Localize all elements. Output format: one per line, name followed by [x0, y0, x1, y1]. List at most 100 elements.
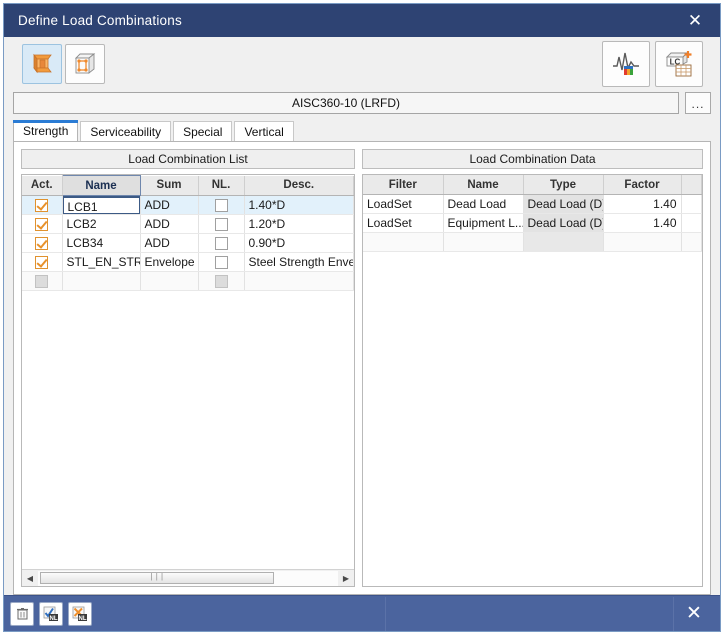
row-desc-cell[interactable]: 1.40*D	[244, 195, 354, 215]
row-sum-cell[interactable]: ADD	[140, 195, 199, 215]
name-editor-input[interactable]: LCB1	[62, 195, 139, 214]
row-filter-cell[interactable]	[363, 232, 444, 252]
row-sum-cell[interactable]: Envelope	[140, 252, 199, 272]
row-active-cell[interactable]	[22, 233, 63, 253]
seismic-response-icon	[613, 52, 639, 75]
tab-vertical[interactable]: Vertical	[234, 121, 294, 141]
row-active-cell[interactable]	[22, 252, 63, 272]
row-name-cell[interactable]: LCB34	[62, 233, 141, 253]
row-desc-cell[interactable]: 1.20*D	[244, 214, 354, 234]
row-factor-cell[interactable]: 1.40	[603, 213, 682, 233]
svg-text:NL: NL	[79, 616, 87, 622]
row-name-cell[interactable]: Dead Load	[443, 194, 524, 214]
disable-nonlinear-button[interactable]: NL	[68, 601, 92, 626]
table-row[interactable]: LCB1 ADD 1.40*D	[22, 195, 354, 215]
row-spacer-cell	[681, 213, 702, 233]
table-row[interactable]: LCB2 ADD 1.20*D	[22, 214, 354, 234]
row-sum-cell[interactable]	[140, 271, 199, 291]
row-active-cell[interactable]	[22, 214, 63, 234]
row-nl-cell[interactable]	[198, 233, 245, 253]
row-desc-cell[interactable]: Steel Strength Envelop	[244, 252, 354, 272]
row-desc-cell[interactable]	[244, 271, 354, 291]
column-header-desc[interactable]: Desc.	[244, 175, 354, 196]
row-active-cell[interactable]	[22, 195, 63, 215]
scroll-right-arrow-icon[interactable]: ▶	[338, 570, 354, 586]
design-code-field[interactable]: AISC360-10 (LRFD)	[13, 92, 679, 114]
tab-special[interactable]: Special	[173, 121, 233, 141]
row-name-cell[interactable]: LCB2	[62, 214, 141, 234]
table-row-new[interactable]	[363, 232, 702, 252]
table-row[interactable]: STL_EN_STR Envelope Steel Strength Envel…	[22, 252, 354, 272]
tab-serviceability[interactable]: Serviceability	[80, 121, 172, 141]
footer-close-button[interactable]: ✕	[673, 596, 714, 631]
load-combination-list-pane: Load Combination List Act. Name Sum NL. …	[21, 149, 355, 587]
column-header-name[interactable]: Name	[443, 175, 524, 195]
svg-text:NL: NL	[50, 616, 58, 622]
row-type-cell: Dead Load (D)	[523, 213, 604, 233]
left-pane-header: Load Combination List	[21, 149, 355, 169]
load-combination-data-pane: Load Combination Data Filter Name Type F…	[362, 149, 703, 587]
footer-bar: NL NL ✕	[4, 595, 720, 631]
trash-icon	[16, 608, 28, 620]
horizontal-scrollbar[interactable]: ◀ ||| ▶	[22, 569, 354, 586]
row-active-cell[interactable]	[22, 271, 63, 291]
close-icon[interactable]: ✕	[676, 4, 714, 37]
column-header-name[interactable]: Name	[61, 175, 141, 196]
table-row[interactable]: LoadSet Equipment L... Dead Load (D) 1.4…	[363, 213, 702, 233]
active-checkbox	[35, 275, 49, 289]
row-nl-cell[interactable]	[198, 252, 245, 272]
row-factor-cell[interactable]	[603, 232, 682, 252]
scrollbar-thumb[interactable]: |||	[40, 571, 274, 584]
row-desc-cell[interactable]: 0.90*D	[244, 233, 354, 253]
active-checkbox[interactable]	[35, 237, 49, 251]
scrollbar-track[interactable]: |||	[38, 570, 338, 586]
data-table: Filter Name Type Factor LoadSet Dead Loa…	[363, 175, 702, 252]
row-sum-cell[interactable]: ADD	[140, 233, 199, 253]
solid-volume-button[interactable]	[65, 44, 105, 84]
table-row[interactable]: LCB34 ADD 0.90*D	[22, 233, 354, 253]
row-nl-cell[interactable]	[198, 271, 245, 291]
column-header-sum[interactable]: Sum	[140, 175, 199, 196]
list-header-row: Act. Name Sum NL. Desc.	[22, 175, 354, 196]
design-code-browse-button[interactable]: ...	[685, 92, 711, 114]
design-code-row: AISC360-10 (LRFD) ...	[13, 91, 711, 115]
column-header-nl[interactable]: NL.	[198, 175, 245, 196]
scroll-left-arrow-icon[interactable]: ◀	[22, 570, 38, 586]
enable-nonlinear-button[interactable]: NL	[39, 601, 63, 626]
row-type-cell: Dead Load (D)	[523, 194, 604, 214]
right-pane-header: Load Combination Data	[362, 149, 703, 169]
column-header-type[interactable]: Type	[523, 175, 604, 195]
row-name-cell[interactable]: STL_EN_STR	[62, 252, 141, 272]
row-filter-cell[interactable]: LoadSet	[363, 194, 444, 214]
delete-row-button[interactable]	[10, 601, 34, 626]
tab-strip: Strength Serviceability Special Vertical	[13, 120, 711, 141]
row-name-cell[interactable]: LCB1	[62, 195, 141, 215]
row-nl-cell[interactable]	[198, 195, 245, 215]
nonlinear-checkbox[interactable]	[214, 218, 228, 232]
column-header-filter[interactable]: Filter	[363, 175, 444, 195]
column-header-factor[interactable]: Factor	[603, 175, 682, 195]
active-checkbox[interactable]	[35, 218, 49, 232]
title-bar: Define Load Combinations ✕	[4, 4, 720, 37]
nonlinear-checkbox[interactable]	[214, 237, 228, 251]
row-filter-cell[interactable]: LoadSet	[363, 213, 444, 233]
row-type-cell	[523, 232, 604, 252]
row-name-cell[interactable]: Equipment L...	[443, 213, 524, 233]
add-load-combination-button[interactable]: LC	[655, 41, 703, 87]
nonlinear-checkbox[interactable]	[214, 256, 228, 270]
tab-strength[interactable]: Strength	[13, 120, 79, 141]
active-checkbox[interactable]	[35, 199, 49, 213]
column-header-act[interactable]: Act.	[22, 175, 63, 196]
seismic-response-button[interactable]	[602, 41, 650, 87]
row-sum-cell[interactable]: ADD	[140, 214, 199, 234]
row-spacer-cell	[681, 194, 702, 214]
table-row[interactable]: LoadSet Dead Load Dead Load (D) 1.40	[363, 194, 702, 214]
row-factor-cell[interactable]: 1.40	[603, 194, 682, 214]
row-name-cell[interactable]	[443, 232, 524, 252]
row-name-cell[interactable]	[62, 271, 141, 291]
steel-section-button[interactable]	[22, 44, 62, 84]
table-row-new[interactable]	[22, 271, 354, 291]
active-checkbox[interactable]	[35, 256, 49, 270]
row-nl-cell[interactable]	[198, 214, 245, 234]
nonlinear-checkbox[interactable]	[214, 199, 228, 213]
